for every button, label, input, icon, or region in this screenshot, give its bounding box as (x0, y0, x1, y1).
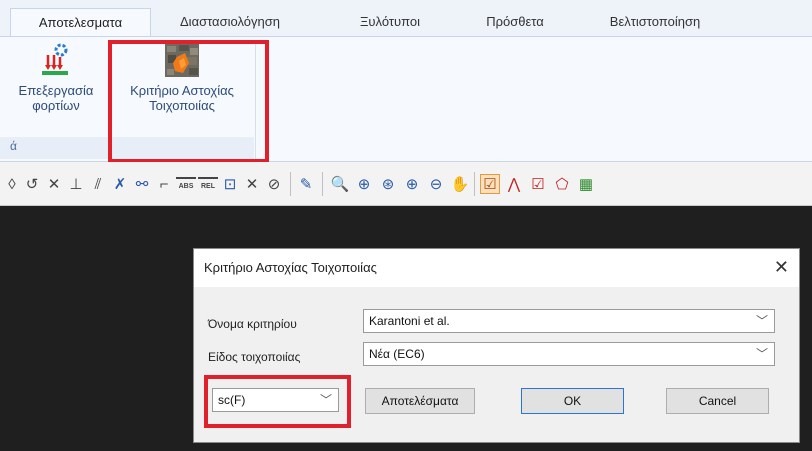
wall-type-select[interactable]: Νέα (EC6) ﹀ (363, 342, 775, 366)
results-button[interactable]: Αποτελέσματα (365, 388, 475, 414)
rel-tool-icon[interactable]: REL (198, 177, 218, 193)
delete-tool-icon[interactable]: ✕ (242, 174, 262, 194)
dialog-title-bar: Κριτήριο Αστοχίας Τοιχοποιίας ✕ (194, 249, 799, 287)
pencil-tool-icon[interactable]: ✎ (296, 174, 316, 194)
polygon-icon[interactable]: ⬠ (552, 174, 572, 194)
arc-tool-icon[interactable]: ↺ (22, 174, 42, 194)
zoom-out-icon[interactable]: ⊖ (426, 174, 446, 194)
load-processing-button[interactable]: Επεξεργασία φορτίων (8, 43, 104, 113)
line-chart-icon[interactable]: ⋀ (504, 174, 524, 194)
load-processing-label-2: φορτίων (32, 98, 80, 113)
zoom-previous-icon[interactable]: ⊛ (378, 174, 398, 194)
ribbon-group-label: ά (10, 139, 17, 153)
abs-tool-icon[interactable]: ABS (176, 177, 196, 193)
zoom-all-icon[interactable]: ⊕ (354, 174, 374, 194)
parallel-tool-icon[interactable]: ⫽ (88, 174, 108, 194)
dimension-tool-icon[interactable]: ⊥ (66, 174, 86, 194)
tab-formwork[interactable]: Ξυλότυποι (345, 8, 435, 36)
load-arrows-icon (42, 43, 68, 75)
zoom-window-icon[interactable]: 🔍 (330, 174, 350, 194)
check-toggle-icon[interactable]: ☑ (480, 174, 500, 194)
cancel-button[interactable]: Cancel (666, 388, 769, 414)
load-processing-label-1: Επεξεργασία (18, 83, 94, 98)
rotate-tool-icon[interactable]: ◊ (2, 174, 22, 194)
pan-icon[interactable]: ✋ (450, 174, 470, 194)
ok-button[interactable]: OK (521, 388, 624, 414)
trim-tool-icon[interactable]: ✕ (44, 174, 64, 194)
tab-optimization[interactable]: Βελτιστοποίηση (590, 8, 720, 36)
ribbon-tab-bar: Αποτελεσματα Διαστασιολόγηση Ξυλότυποι Π… (0, 0, 812, 36)
toolbar-separator (474, 172, 475, 196)
tab-addons[interactable]: Πρόσθετα (470, 8, 560, 36)
criterion-name-value: Karantoni et al. (369, 314, 450, 328)
drawing-toolbar: ◊ ↺ ✕ ⊥ ⫽ ✗ ⚯ ⌐ ABS REL ⊡ ✕ ⊘ ✎ 🔍 ⊕ ⊛ ⊕ … (0, 162, 812, 206)
tab-dimensioning[interactable]: Διαστασιολόγηση (160, 8, 300, 36)
dialog-title: Κριτήριο Αστοχίας Τοιχοποιίας (204, 260, 377, 275)
snap-tool-icon[interactable]: ⚯ (132, 174, 152, 194)
highlight-frame-function (204, 375, 351, 428)
criterion-name-label: Όνομα κριτηρίου (208, 317, 297, 331)
tab-results[interactable]: Αποτελεσματα (10, 8, 151, 36)
checkbox-icon[interactable]: ☑ (528, 174, 548, 194)
corner-tool-icon[interactable]: ⌐ (154, 174, 174, 194)
cross-tool-icon[interactable]: ✗ (110, 174, 130, 194)
zoom-in-icon[interactable]: ⊕ (402, 174, 422, 194)
toolbar-separator (290, 172, 291, 196)
wall-type-label: Είδος τοιχοποιίας (208, 350, 301, 364)
close-icon[interactable]: ✕ (774, 256, 789, 278)
frame-tool-icon[interactable]: ⊡ (220, 174, 240, 194)
chevron-down-icon: ﹀ (755, 347, 768, 361)
wall-type-value: Νέα (EC6) (369, 347, 425, 361)
chevron-down-icon: ﹀ (755, 314, 768, 328)
toolbar-separator (322, 172, 323, 196)
criterion-name-select[interactable]: Karantoni et al. ﹀ (363, 309, 775, 333)
highlight-frame-ribbon (108, 40, 269, 163)
lock-tool-icon[interactable]: ⊘ (264, 174, 284, 194)
histogram-icon[interactable]: ▦ (576, 174, 596, 194)
